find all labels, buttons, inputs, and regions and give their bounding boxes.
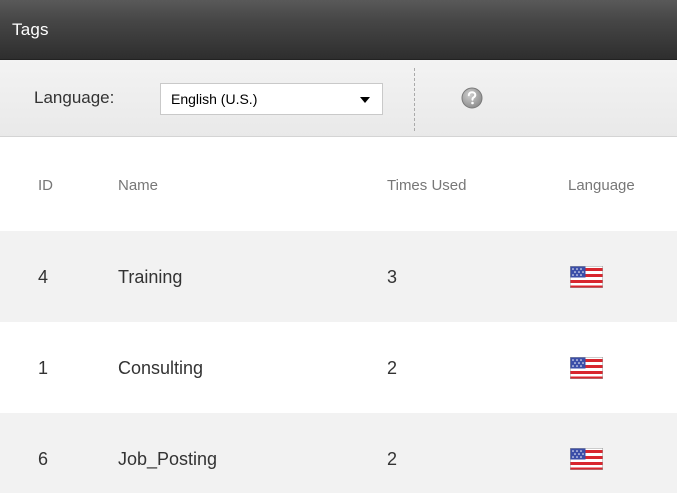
chevron-down-icon	[360, 97, 370, 103]
table-row[interactable]: 6 Job_Posting 2	[0, 413, 677, 493]
cell-name: Consulting	[118, 358, 204, 378]
tags-panel: Tags Language: English (U.S.) ID Name Ti…	[0, 0, 677, 493]
cell-id: 6	[38, 449, 49, 469]
us-flag-icon	[569, 265, 604, 289]
tags-table: ID Name Times Used Language 4 Training 3	[0, 137, 677, 493]
table-row[interactable]: 4 Training 3	[0, 231, 677, 322]
language-select[interactable]: English (U.S.)	[160, 83, 383, 115]
us-flag-icon	[569, 356, 604, 380]
panel-title: Tags	[12, 20, 49, 39]
language-select-value: English (U.S.)	[171, 91, 258, 107]
cell-times-used: 2	[387, 449, 398, 469]
toolbar: Language: English (U.S.)	[0, 60, 677, 137]
column-header-times-used[interactable]: Times Used	[387, 177, 466, 194]
us-flag-icon	[569, 447, 604, 471]
cell-name: Job_Posting	[118, 449, 218, 469]
toolbar-separator	[414, 68, 415, 131]
cell-id: 1	[38, 358, 49, 378]
column-header-id[interactable]: ID	[38, 177, 53, 194]
column-header-language[interactable]: Language	[568, 177, 635, 194]
cell-name: Training	[118, 267, 183, 287]
language-label: Language:	[34, 88, 115, 107]
title-bar: Tags	[0, 0, 677, 60]
table-row[interactable]: 1 Consulting 2	[0, 322, 677, 413]
help-icon[interactable]	[460, 86, 484, 110]
cell-id: 4	[38, 267, 49, 287]
cell-times-used: 2	[387, 358, 398, 378]
cell-times-used: 3	[387, 267, 398, 287]
table-header-row: ID Name Times Used Language	[0, 137, 677, 231]
column-header-name[interactable]: Name	[118, 177, 158, 194]
